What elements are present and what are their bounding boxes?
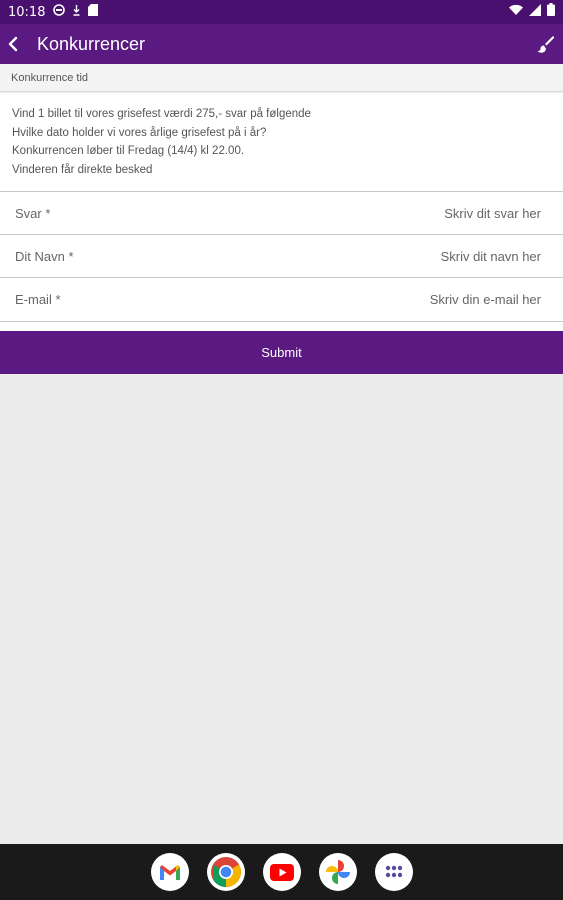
chrome-icon[interactable] bbox=[206, 853, 245, 891]
email-label: E-mail * bbox=[15, 292, 61, 307]
competition-header: Konkurrence tid bbox=[0, 64, 563, 92]
wifi-icon bbox=[509, 3, 523, 21]
app-bar: Konkurrencer bbox=[0, 24, 563, 64]
paintbrush-icon[interactable] bbox=[527, 24, 563, 64]
battery-icon bbox=[547, 3, 555, 21]
app-dock bbox=[0, 844, 563, 900]
email-field-row: E-mail * bbox=[0, 277, 563, 321]
description-line: Konkurrencen løber til Fredag (14/4) kl … bbox=[12, 145, 245, 157]
sd-card-icon bbox=[88, 3, 99, 21]
download-icon bbox=[72, 3, 81, 21]
submit-button[interactable]: Submit bbox=[0, 331, 563, 374]
answer-field-row: Svar * bbox=[0, 191, 563, 234]
youtube-icon[interactable] bbox=[262, 853, 301, 891]
gmail-icon[interactable] bbox=[150, 853, 189, 891]
status-bar: 10:18 bbox=[0, 0, 563, 24]
email-input[interactable] bbox=[288, 292, 548, 307]
answer-label: Svar * bbox=[15, 205, 51, 221]
description-line: Vind 1 billet til vores grisefest værdi … bbox=[12, 108, 311, 120]
name-label: Dit Navn * bbox=[15, 248, 74, 264]
answer-input[interactable] bbox=[288, 205, 548, 221]
name-input[interactable] bbox=[288, 248, 548, 264]
vpn-key-icon bbox=[53, 3, 66, 21]
status-time: 10:18 bbox=[8, 4, 46, 20]
competition-description: Vind 1 billet til vores grisefest værdi … bbox=[0, 93, 563, 191]
name-field-row: Dit Navn * bbox=[0, 234, 563, 277]
signal-icon bbox=[529, 3, 541, 21]
app-drawer-icon[interactable] bbox=[374, 853, 413, 891]
description-line: Hvilke dato holder vi vores årlige grise… bbox=[12, 126, 267, 139]
form-divider bbox=[0, 321, 563, 331]
back-arrow-icon[interactable] bbox=[0, 24, 34, 64]
page-title: Konkurrencer bbox=[37, 33, 146, 54]
photos-icon[interactable] bbox=[318, 853, 357, 891]
description-line: Vinderen får direkte besked bbox=[12, 163, 153, 176]
